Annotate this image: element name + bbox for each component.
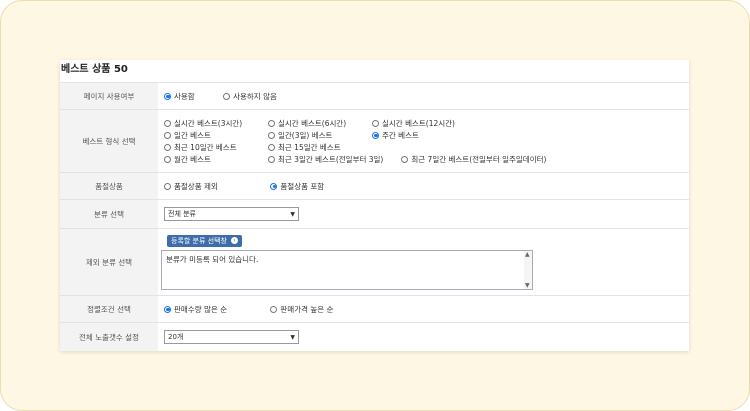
radio-soldout-exclude[interactable]: 품절상품 제외 (164, 181, 268, 192)
scroll-up-icon[interactable]: ▲ (525, 251, 530, 258)
row-sort: 정렬조건 선택 판매수량 많은 순 판매가격 높은 순 (60, 295, 689, 323)
radio-best-15day[interactable]: 최근 15일간 베스트 (268, 142, 372, 153)
radio-icon (164, 305, 171, 313)
row-label: 정렬조건 선택 (60, 295, 158, 323)
radio-best-weekly[interactable]: 주간 베스트 (372, 130, 689, 141)
row-label: 품절상품 (60, 172, 158, 200)
radio-best-12h[interactable]: 실시간 베스트(12시간) (372, 118, 689, 129)
page-title: 베스트 상품 50 (61, 64, 128, 75)
radio-best-recent7[interactable] (401, 155, 409, 163)
row-exclude: 제외 분류 선택 등록할 분류 선택창 › 분류가 미등록 되어 있습니다. ▲ ▼ (60, 228, 689, 296)
radio-sort-price[interactable]: 판매가격 높은 순 (270, 304, 333, 315)
scroll-down-icon[interactable]: ▼ (525, 282, 530, 289)
radio-best-recent3[interactable]: 최근 3일간 베스트(전일부터 3일) 최근 7일간 베스트(전일부터 일주일데이… (268, 154, 689, 165)
row-best-type: 베스트 형식 선택 실시간 베스트(3시간) 실시간 베스트(6시간) 실시간 … (60, 109, 689, 173)
exclude-textarea[interactable]: 분류가 미등록 되어 있습니다. ▲ ▼ (161, 249, 533, 290)
radio-soldout-include[interactable]: 품절상품 포함 (270, 181, 324, 192)
arrow-right-icon: › (230, 237, 238, 244)
radio-icon (268, 143, 275, 151)
radio-icon (270, 182, 278, 190)
radio-icon (164, 119, 171, 127)
row-label: 베스트 형식 선택 (60, 109, 158, 173)
row-category: 분류 선택 전체 분류 ▼ (60, 199, 689, 229)
radio-icon (164, 155, 171, 163)
radio-icon (223, 92, 231, 100)
radio-best-3day[interactable]: 일간(3일) 베스트 (268, 130, 372, 141)
radio-icon (270, 305, 278, 313)
select-category-button[interactable]: 등록할 분류 선택창 › (167, 234, 242, 247)
radio-icon (372, 131, 379, 139)
row-label: 제외 분류 선택 (60, 228, 158, 296)
settings-panel: 베스트 상품 50 페이지 사용여부 사용함 사용하지 않음 베스트 형식 선택… (60, 60, 689, 351)
radio-icon (164, 92, 171, 100)
count-select[interactable]: 20개 ▼ (164, 330, 299, 344)
radio-icon (164, 182, 171, 190)
radio-icon (164, 131, 171, 139)
radio-icon (164, 143, 171, 151)
radio-best-10day[interactable]: 최근 10일간 베스트 (164, 142, 268, 153)
row-soldout: 품절상품 품절상품 제외 품절상품 포함 (60, 172, 689, 200)
radio-icon (268, 155, 275, 163)
radio-icon (372, 119, 379, 127)
chevron-down-icon: ▼ (290, 333, 295, 341)
scrollbar[interactable]: ▲ ▼ (524, 250, 532, 289)
radio-not-use[interactable]: 사용하지 않음 (223, 91, 277, 102)
radio-icon (268, 119, 275, 127)
chevron-down-icon: ▼ (290, 210, 295, 218)
radio-best-3h[interactable]: 실시간 베스트(3시간) (164, 118, 268, 129)
row-label: 전체 노출갯수 설정 (60, 322, 158, 351)
radio-best-monthly[interactable]: 월간 베스트 (164, 154, 268, 165)
row-count: 전체 노출갯수 설정 20개 ▼ (60, 322, 689, 351)
radio-icon (268, 131, 275, 139)
row-page-use: 페이지 사용여부 사용함 사용하지 않음 (60, 82, 689, 110)
radio-use[interactable]: 사용함 (164, 91, 195, 102)
settings-table: 페이지 사용여부 사용함 사용하지 않음 베스트 형식 선택 실시간 베스트(3… (60, 82, 689, 351)
radio-best-6h[interactable]: 실시간 베스트(6시간) (268, 118, 372, 129)
radio-best-daily[interactable]: 일간 베스트 (164, 130, 268, 141)
row-label: 분류 선택 (60, 199, 158, 229)
row-label: 페이지 사용여부 (60, 82, 158, 110)
radio-sort-quantity[interactable]: 판매수량 많은 순 (164, 304, 268, 315)
category-select[interactable]: 전체 분류 ▼ (164, 207, 299, 221)
